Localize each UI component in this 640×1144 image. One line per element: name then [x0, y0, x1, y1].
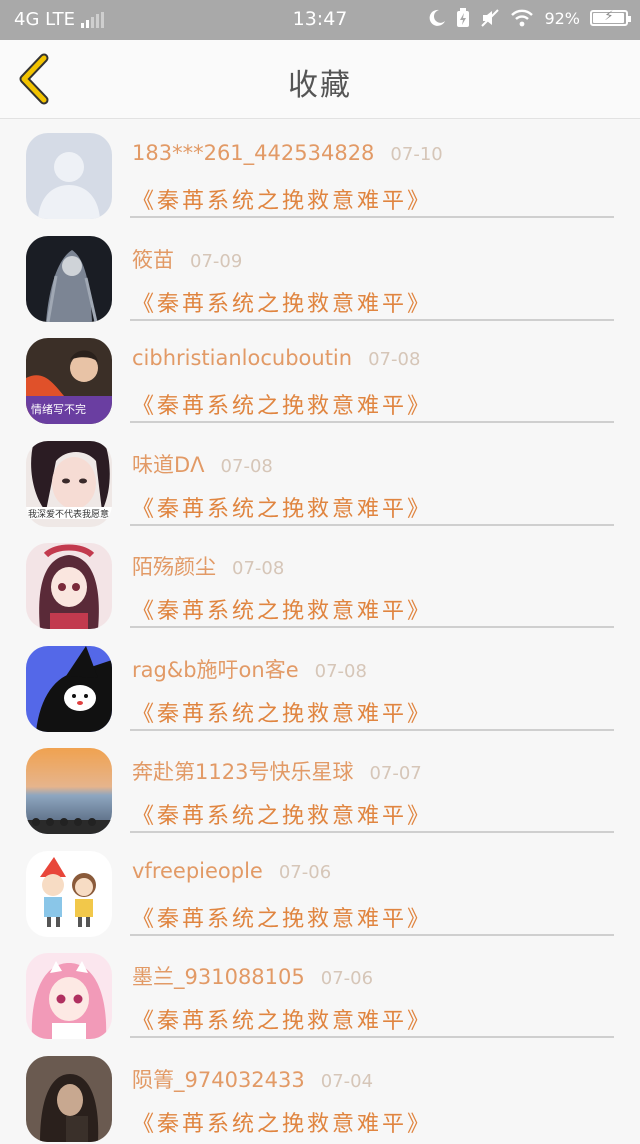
user-line: 陌殇颜尘 07-08: [132, 551, 284, 581]
user-name: 奔赴第1123号快乐星球: [132, 760, 353, 784]
user-line: 筱苗 07-09: [132, 244, 242, 274]
user-line: 味道DΛ 07-08: [132, 449, 273, 479]
list-item[interactable]: 情绪写不完 cibhristianlocuboutin 07-08 《秦苒系统之挽…: [0, 324, 640, 427]
avatar-caption: 情绪写不完: [31, 402, 86, 416]
moon-icon: [428, 9, 446, 27]
avatar: [26, 543, 112, 629]
avatar: 情绪写不完: [26, 338, 112, 424]
avatar: [26, 851, 112, 937]
favorites-list: 183***261_442534828 07-10 《秦苒系统之挽救意难平》 筱苗…: [0, 119, 640, 1144]
divider: [130, 626, 614, 628]
avatar: [26, 748, 112, 834]
avatar: [26, 133, 112, 219]
date: 07-09: [190, 251, 242, 272]
book-title[interactable]: 《秦苒系统之挽救意难平》: [132, 1003, 432, 1035]
list-item[interactable]: 我深爱不代表我愿意 味道DΛ 07-08 《秦苒系统之挽救意难平》: [0, 427, 640, 530]
divider: [130, 831, 614, 833]
date: 07-08: [221, 456, 273, 477]
list-item[interactable]: 奔赴第1123号快乐星球 07-07 《秦苒系统之挽救意难平》: [0, 734, 640, 837]
user-name: 墨兰_931088105: [132, 965, 305, 989]
wifi-icon: [510, 9, 534, 27]
avatar: [26, 1056, 112, 1142]
divider: [130, 934, 614, 936]
avatar-caption: 我深爱不代表我愿意: [28, 508, 109, 520]
list-item[interactable]: rag&b施吁on客e 07-08 《秦苒系统之挽救意难平》: [0, 632, 640, 735]
avatar: 我深爱不代表我愿意: [26, 441, 112, 527]
status-bar: 4G LTE 13:47 92% ⚡: [0, 0, 640, 40]
user-name: 陨箐_974032433: [132, 1068, 305, 1092]
book-title[interactable]: 《秦苒系统之挽救意难平》: [132, 593, 432, 625]
book-title[interactable]: 《秦苒系统之挽救意难平》: [132, 491, 432, 523]
book-title[interactable]: 《秦苒系统之挽救意难平》: [132, 696, 432, 728]
user-name: 陌殇颜尘: [132, 555, 216, 579]
user-name: 183***261_442534828: [132, 141, 374, 165]
book-title[interactable]: 《秦苒系统之挽救意难平》: [132, 388, 432, 420]
battery-saver-icon: [456, 8, 470, 28]
user-line: 墨兰_931088105 07-06: [132, 961, 373, 991]
book-title[interactable]: 《秦苒系统之挽救意难平》: [132, 1106, 432, 1138]
mute-icon: [480, 8, 500, 28]
user-line: 183***261_442534828 07-10: [132, 141, 443, 165]
book-title[interactable]: 《秦苒系统之挽救意难平》: [132, 183, 432, 215]
date: 07-08: [315, 661, 367, 682]
avatar: [26, 646, 112, 732]
divider: [130, 319, 614, 321]
book-title[interactable]: 《秦苒系统之挽救意难平》: [132, 286, 432, 318]
battery-percent: 92%: [544, 9, 580, 28]
user-line: cibhristianlocuboutin 07-08: [132, 346, 420, 370]
user-line: 陨箐_974032433 07-04: [132, 1064, 373, 1094]
user-line: 奔赴第1123号快乐星球 07-07: [132, 756, 422, 786]
page-title: 收藏: [0, 60, 640, 104]
avatar: [26, 236, 112, 322]
date: 07-08: [232, 558, 284, 579]
divider: [130, 216, 614, 218]
date: 07-06: [321, 968, 373, 989]
date: 07-04: [321, 1071, 373, 1092]
user-name: 味道DΛ: [132, 453, 205, 477]
date: 07-08: [368, 349, 420, 370]
divider: [130, 524, 614, 526]
user-name: cibhristianlocuboutin: [132, 346, 352, 370]
date: 07-07: [369, 763, 421, 784]
user-name: 筱苗: [132, 248, 174, 272]
list-item[interactable]: vfreepieople 07-06 《秦苒系统之挽救意难平》: [0, 837, 640, 940]
divider: [130, 421, 614, 423]
date: 07-10: [390, 144, 442, 165]
user-line: rag&b施吁on客e 07-08: [132, 654, 367, 684]
divider: [130, 729, 614, 731]
date: 07-06: [279, 862, 331, 883]
list-item[interactable]: 筱苗 07-09 《秦苒系统之挽救意难平》: [0, 222, 640, 325]
battery-icon: ⚡: [590, 10, 628, 26]
list-item[interactable]: 墨兰_931088105 07-06 《秦苒系统之挽救意难平》: [0, 939, 640, 1042]
list-item[interactable]: 陨箐_974032433 07-04 《秦苒系统之挽救意难平》: [0, 1042, 640, 1144]
list-item[interactable]: 陌殇颜尘 07-08 《秦苒系统之挽救意难平》: [0, 529, 640, 632]
user-name: vfreepieople: [132, 859, 263, 883]
book-title[interactable]: 《秦苒系统之挽救意难平》: [132, 901, 432, 933]
status-icons: 92% ⚡: [428, 8, 628, 28]
book-title[interactable]: 《秦苒系统之挽救意难平》: [132, 798, 432, 830]
avatar: [26, 953, 112, 1039]
divider: [130, 1036, 614, 1038]
user-name: rag&b施吁on客e: [132, 658, 299, 682]
nav-bar: 收藏: [0, 40, 640, 119]
user-line: vfreepieople 07-06: [132, 859, 331, 883]
list-item[interactable]: 183***261_442534828 07-10 《秦苒系统之挽救意难平》: [0, 119, 640, 222]
